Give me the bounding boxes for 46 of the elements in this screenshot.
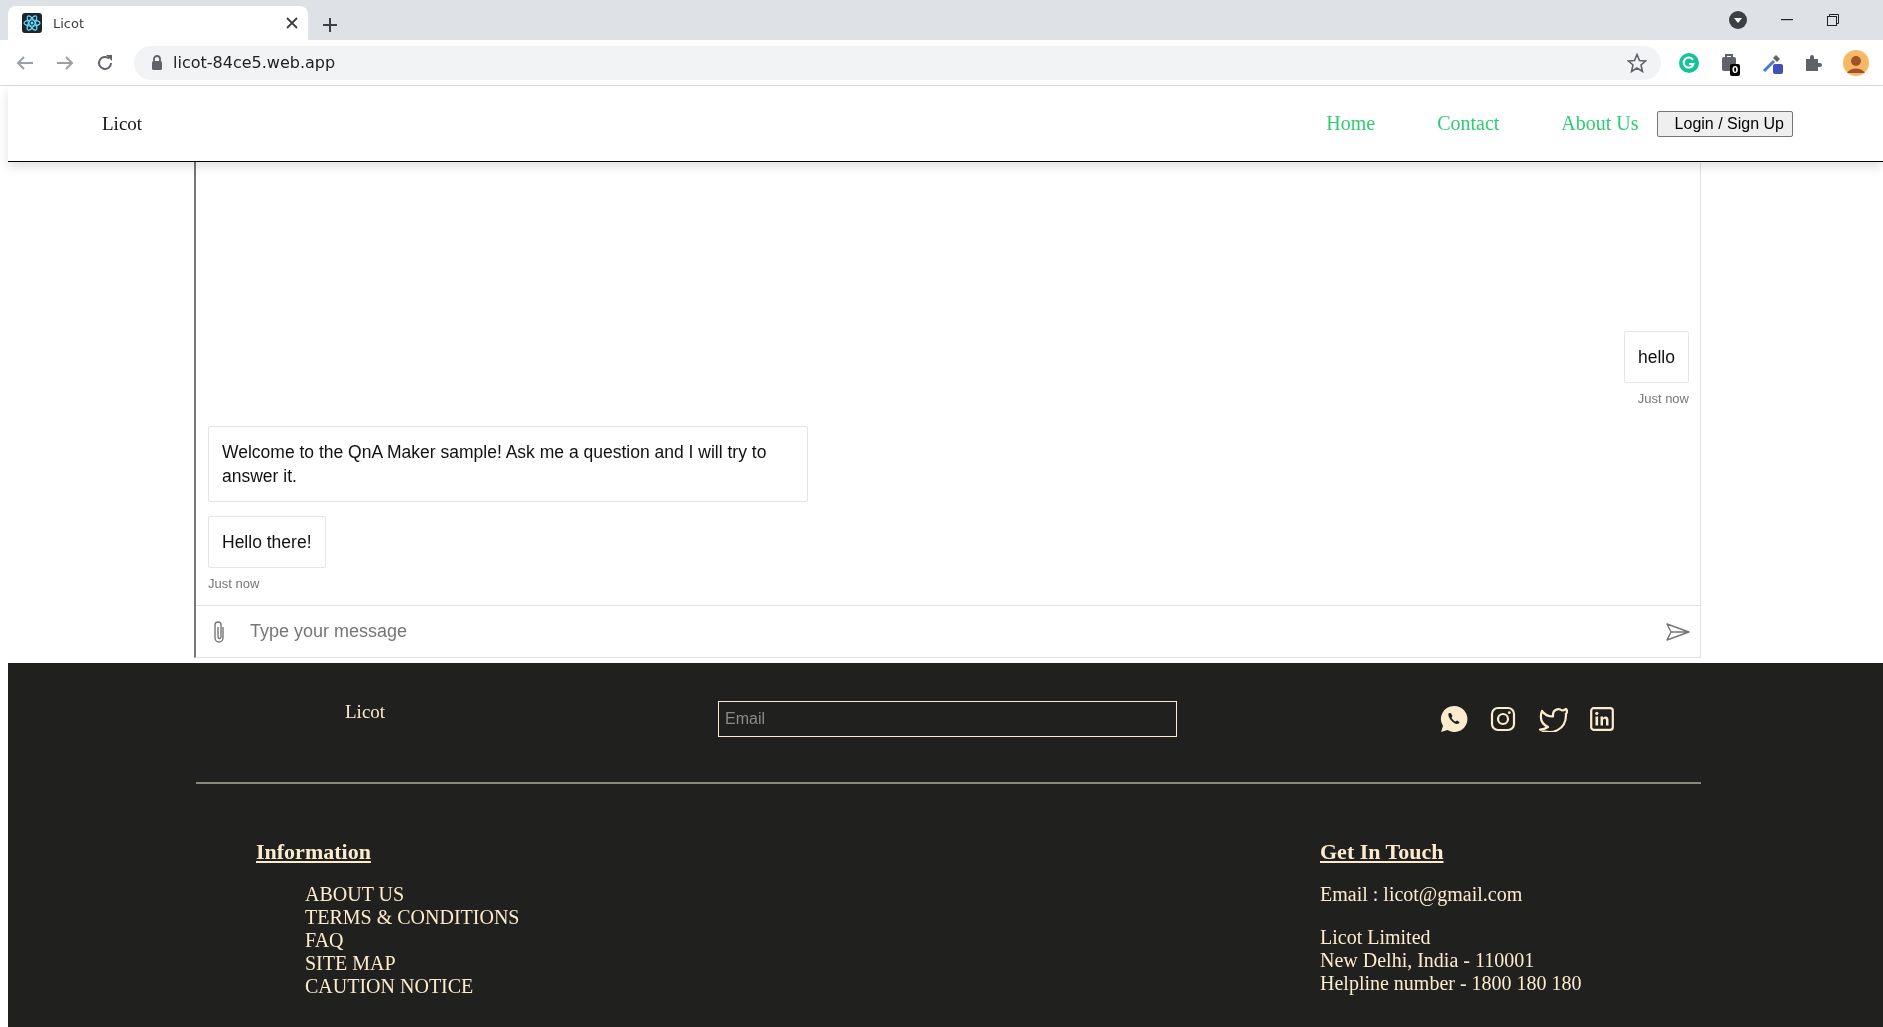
- avatar-icon[interactable]: [1843, 49, 1869, 76]
- bag-icon[interactable]: [1719, 51, 1739, 72]
- chat-phone-icon[interactable]: [1440, 705, 1468, 733]
- extension-badge: 0: [1730, 63, 1741, 76]
- footer-link[interactable]: CAUTION NOTICE: [305, 975, 474, 998]
- brand-name: Licot: [102, 112, 143, 135]
- footer-link[interactable]: TERMS & CONDITIONS: [305, 906, 520, 929]
- contact-line: Helpline number - 1800 180 180: [1320, 972, 1583, 995]
- message-timestamp: Just now: [1637, 391, 1689, 406]
- contact-line: New Delhi, India - 110001: [1320, 949, 1536, 972]
- contact-line: Licot Limited: [1320, 926, 1432, 949]
- dropdown-icon[interactable]: [1729, 11, 1747, 29]
- close-icon[interactable]: [286, 17, 298, 29]
- square-logo-icon[interactable]: [1590, 707, 1614, 731]
- forward-icon[interactable]: [56, 54, 74, 71]
- message-timestamp: Just now: [208, 576, 260, 591]
- bot-message: Hello there!: [208, 516, 326, 568]
- footer-link[interactable]: ABOUT US: [305, 883, 405, 906]
- send-icon[interactable]: [1666, 622, 1690, 641]
- reload-icon[interactable]: [96, 53, 114, 72]
- star-icon[interactable]: [1627, 52, 1647, 73]
- puzzle-icon[interactable]: [1803, 52, 1823, 73]
- footer-link[interactable]: SITE MAP: [305, 952, 396, 975]
- message-input[interactable]: Type your message: [248, 615, 1666, 648]
- footer-brand: Licot: [345, 701, 387, 723]
- bot-message: Welcome to the QnA Maker sample! Ask me a question and I will try to answer it.: [208, 426, 808, 502]
- section-heading: Get In Touch: [1320, 839, 1445, 865]
- paperclip-icon[interactable]: [212, 619, 226, 644]
- lock-icon: [151, 55, 163, 70]
- back-icon[interactable]: [16, 54, 34, 71]
- plus-icon[interactable]: [323, 18, 337, 32]
- minimize-icon[interactable]: [1781, 19, 1793, 21]
- camera-icon[interactable]: [1490, 706, 1516, 732]
- tab-title: Licot: [53, 15, 86, 31]
- browser-tab[interactable]: Licot: [8, 6, 308, 40]
- user-message: hello: [1624, 331, 1689, 383]
- bird-icon[interactable]: [1538, 706, 1568, 732]
- atom-icon: [22, 13, 42, 33]
- email-field[interactable]: Email: [718, 701, 1177, 737]
- contact-email: Email : licot@gmail.com: [1320, 883, 1524, 906]
- address-bar[interactable]: licot-84ce5.web.app: [134, 45, 1661, 80]
- footer-link[interactable]: FAQ: [305, 929, 344, 952]
- login-button[interactable]: Login / Sign Up: [1656, 110, 1793, 137]
- restore-icon[interactable]: [1827, 14, 1839, 26]
- url-text: licot-84ce5.web.app: [173, 53, 337, 72]
- section-heading: Information: [256, 839, 372, 865]
